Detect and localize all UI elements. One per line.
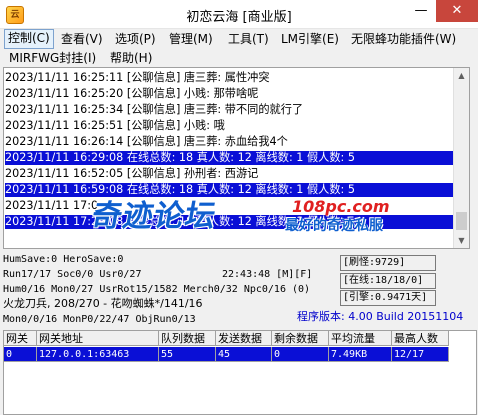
column-header[interactable]: 网关: [4, 331, 37, 346]
status-clock: 22:43:48 [M][F]: [222, 269, 313, 280]
watermark-url: 108pc.com: [292, 197, 390, 216]
minimize-button[interactable]: —: [406, 0, 436, 22]
menu-options[interactable]: 选项(P): [112, 30, 159, 48]
log-line[interactable]: 2023/11/11 16:25:20 [公聊信息] 小贱: 那带啥呢: [5, 87, 455, 101]
cell-sent: 45: [216, 347, 272, 362]
scroll-thumb[interactable]: [456, 212, 467, 230]
status-counters: Hum0/16 Mon0/27 UsrRot15/1582 Merch0/32 …: [3, 284, 311, 295]
watermark-tagline: 最好的奇迹私服: [285, 218, 383, 234]
cell-peak: 12/17: [392, 347, 449, 362]
scroll-down-icon[interactable]: ▼: [454, 233, 469, 248]
status-monster: 火龙刀兵, 208/270 - 花吻蜘蛛*/141/16: [3, 297, 203, 310]
log-list[interactable]: 2023/11/11 16:25:11 [公聊信息] 唐三葬: 属性冲突 202…: [3, 67, 470, 249]
cell-average: 7.49KB: [329, 347, 392, 362]
cell-remaining: 0: [272, 347, 329, 362]
menu-mirfwg[interactable]: MIRFWG封挂(I): [6, 49, 99, 67]
gateway-table[interactable]: 网关 网关地址 队列数据 发送数据 剩余数据 平均流量 最高人数 0 127.0…: [3, 330, 477, 415]
status-objects: Mon0/0/16 MonP0/22/47 ObjRun0/13: [3, 314, 196, 325]
log-line[interactable]: 2023/11/11 16:25:11 [公聊信息] 唐三葬: 属性冲突: [5, 71, 455, 85]
log-line[interactable]: 2023/11/11 16:59:08 在线总数: 18 真人数: 12 离线数…: [5, 183, 455, 197]
column-header[interactable]: 最高人数: [392, 331, 449, 346]
log-line[interactable]: 2023/11/11 16:26:14 [公聊信息] 唐三葬: 赤血给我4个: [5, 135, 455, 149]
cell-queue: 55: [159, 347, 216, 362]
log-line[interactable]: 2023/11/11 16:25:51 [公聊信息] 小贱: 哦: [5, 119, 455, 133]
column-header[interactable]: 发送数据: [216, 331, 272, 346]
status-run: Run17/17 Soc0/0 Usr0/27: [3, 269, 142, 280]
menu-manage[interactable]: 管理(M): [166, 30, 216, 48]
title-bar: 云 初恋云海 [商业版] — ✕: [0, 0, 478, 29]
column-header[interactable]: 剩余数据: [272, 331, 329, 346]
log-scrollbar[interactable]: ▲ ▼: [453, 68, 469, 248]
column-header[interactable]: 队列数据: [159, 331, 216, 346]
menu-plugin[interactable]: 无限蜂功能插件(W): [348, 30, 459, 48]
log-line[interactable]: 2023/11/11 17:29:08 在线总数: 18 真人数: 12 离线数…: [5, 215, 455, 229]
log-line[interactable]: 2023/11/11 16:52:05 [公聊信息] 孙刑者: 西游记: [5, 167, 455, 181]
column-header[interactable]: 平均流量: [329, 331, 392, 346]
cell-address: 127.0.0.1:63463: [37, 347, 159, 362]
menu-view[interactable]: 查看(V): [58, 30, 106, 48]
menu-bar: 控制(C) 查看(V) 选项(P) 管理(M) 工具(T) LM引擎(E) 无限…: [0, 28, 478, 68]
menu-control[interactable]: 控制(C): [4, 29, 54, 49]
column-header[interactable]: 网关地址: [37, 331, 159, 346]
status-save: HumSave:0 HeroSave:0: [3, 254, 124, 265]
scroll-up-icon[interactable]: ▲: [454, 68, 469, 83]
menu-lm-engine[interactable]: LM引擎(E): [278, 30, 342, 48]
menu-tools[interactable]: 工具(T): [225, 30, 272, 48]
log-line[interactable]: 2023/11/11 16:25:34 [公聊信息] 唐三葬: 带不同的就行了: [5, 103, 455, 117]
engine-uptime-box: [引擎:0.9471天]: [340, 290, 436, 306]
close-button[interactable]: ✕: [436, 0, 478, 22]
refresh-monster-box: [刷怪:9729]: [340, 255, 436, 271]
online-count-box: [在线:18/18/0]: [340, 273, 436, 289]
log-line[interactable]: 2023/11/11 16:29:08 在线总数: 18 真人数: 12 离线数…: [5, 151, 455, 165]
program-version: 程序版本: 4.00 Build 20151104: [297, 310, 464, 323]
menu-help[interactable]: 帮助(H): [107, 49, 155, 67]
cell-gateway: 0: [4, 347, 37, 362]
watermark-logo: 奇迹论坛: [89, 199, 220, 234]
